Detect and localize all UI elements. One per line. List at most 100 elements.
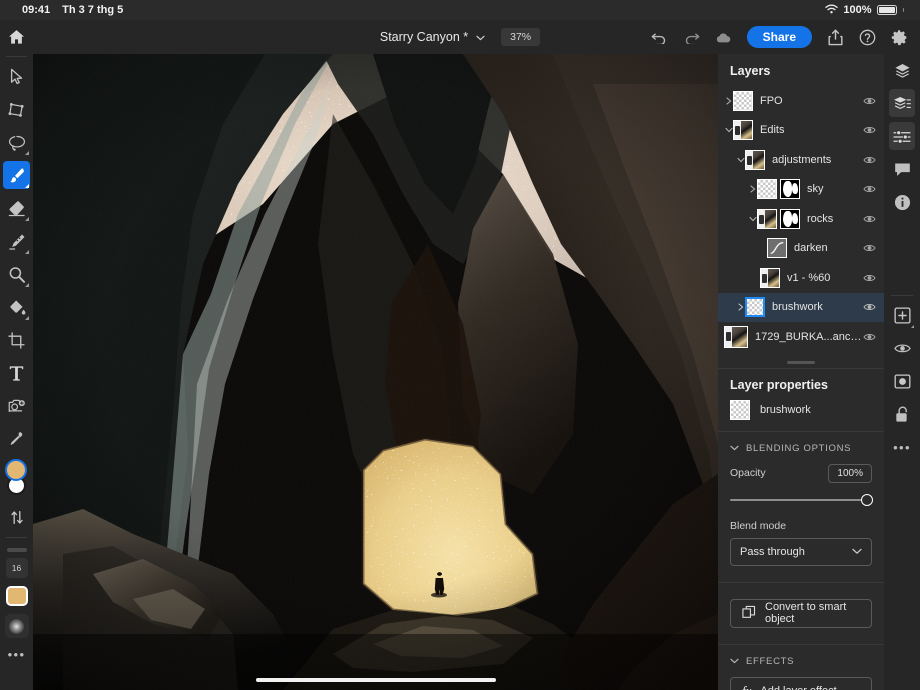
text-tool[interactable] [0,357,33,390]
chevron-down-icon[interactable] [736,157,745,163]
chevron-down-icon[interactable] [852,548,862,555]
opacity-value[interactable]: 100% [828,464,872,483]
effects-header[interactable]: EFFECTS [718,645,884,677]
visibility-eye-icon[interactable] [884,332,920,365]
brush-size-value[interactable]: 16 [6,558,28,578]
adjustments-icon[interactable] [884,120,920,153]
eyedropper-tool[interactable] [0,423,33,456]
eye-icon[interactable] [863,184,876,194]
cloud-icon[interactable] [715,29,732,46]
fx-icon: fx [742,683,751,690]
layer-mask-thumbnail[interactable] [780,179,800,199]
table-row[interactable]: FPO [718,86,884,116]
lasso-tool[interactable] [0,126,33,159]
eye-icon[interactable] [863,125,876,135]
zoom-level-badge[interactable]: 37% [501,28,540,46]
layer-thumbnail[interactable] [730,400,750,420]
table-row-selected[interactable]: brushwork [718,293,884,323]
crop-tool[interactable] [0,324,33,357]
blending-options-header[interactable]: BLENDING OPTIONS [718,432,884,464]
opacity-slider[interactable] [730,494,872,506]
select-tool[interactable] [0,60,33,93]
brush-tool[interactable] [0,159,33,192]
table-row[interactable]: adjustments [718,145,884,175]
home-icon[interactable] [0,20,33,53]
table-row[interactable]: 1729_BURKA...anced-NR33 [718,322,884,352]
more-horizontal-icon[interactable]: ••• [884,431,920,464]
redo-icon[interactable] [683,29,700,46]
eye-icon[interactable] [863,302,876,312]
eye-icon[interactable] [863,155,876,165]
export-icon[interactable] [827,29,844,46]
table-row[interactable]: darken [718,234,884,264]
eye-icon[interactable] [863,273,876,283]
gear-icon[interactable] [891,29,908,46]
status-date: Th 3 7 thg 5 [62,4,123,16]
add-layer-effect-button[interactable]: fx Add layer effect [730,677,872,690]
layer-thumbnail[interactable] [733,120,753,140]
undo-icon[interactable] [651,29,668,46]
add-layer-icon[interactable] [884,299,920,332]
table-row[interactable]: rocks [718,204,884,234]
layer-mask-icon[interactable] [884,365,920,398]
chevron-down-icon[interactable] [476,28,485,46]
layer-thumbnail[interactable] [724,326,748,348]
tool-submenu-indicator [25,316,29,320]
panel-resize-grabber[interactable] [787,361,815,364]
info-icon[interactable] [884,186,920,219]
table-row[interactable]: sky [718,175,884,205]
chevron-down-icon[interactable] [730,656,739,667]
starry-canyon-artwork [33,54,718,690]
layer-thumbnail[interactable] [733,91,753,111]
layer-thumbnail[interactable] [745,297,765,317]
eye-icon[interactable] [863,243,876,253]
document-canvas[interactable] [33,54,718,690]
layer-mask-thumbnail[interactable] [780,209,800,229]
status-time: 09:41 [22,4,50,16]
share-button[interactable]: Share [747,26,812,48]
layer-list-icon[interactable] [884,87,920,120]
foreground-color-swatch[interactable] [5,459,27,481]
layer-thumbnail[interactable] [757,179,777,199]
chevron-right-icon[interactable] [748,185,757,193]
chevron-down-icon[interactable] [748,216,757,222]
table-row[interactable]: Edits [718,116,884,146]
transform-tool[interactable] [0,93,33,126]
chevron-right-icon[interactable] [736,303,745,311]
blend-mode-select[interactable]: Pass through [730,538,872,566]
eye-icon[interactable] [863,96,876,106]
place-photo-tool[interactable] [0,390,33,423]
home-indicator[interactable] [256,678,496,683]
chevron-down-icon[interactable] [730,443,739,454]
eraser-tool[interactable] [0,192,33,225]
layer-properties-title: Layer properties [718,369,884,400]
chevron-down-icon[interactable] [724,127,733,133]
brush-size-slider[interactable] [7,548,27,552]
layer-thumbnail[interactable] [767,238,787,258]
layer-thumbnail[interactable] [760,268,780,288]
smart-object-icon [742,605,756,622]
active-color-chip[interactable] [6,586,28,606]
layers-stack-icon[interactable] [884,54,920,87]
chevron-right-icon[interactable] [724,97,733,105]
healing-tool[interactable] [0,225,33,258]
layer-thumbnail[interactable] [745,150,765,170]
color-swatches[interactable] [0,459,33,501]
slider-knob[interactable] [861,494,873,506]
fill-tool[interactable] [0,291,33,324]
comment-icon[interactable] [884,153,920,186]
slider-track [730,499,872,501]
swap-arrows-icon[interactable] [0,501,33,534]
zoom-tool[interactable] [0,258,33,291]
eye-icon[interactable] [863,332,876,342]
help-icon[interactable] [859,29,876,46]
layer-thumbnail[interactable] [757,209,777,229]
more-horizontal-glyph: ••• [8,648,26,661]
eye-icon[interactable] [863,214,876,224]
soft-round-brush-icon[interactable] [5,614,29,638]
table-row[interactable]: v1 - %60 [718,263,884,293]
convert-to-smart-object-button[interactable]: Convert to smart object [730,599,872,628]
unlock-icon[interactable] [884,398,920,431]
left-rail-more-icon[interactable]: ••• [0,638,33,671]
tool-submenu-indicator [25,250,29,254]
